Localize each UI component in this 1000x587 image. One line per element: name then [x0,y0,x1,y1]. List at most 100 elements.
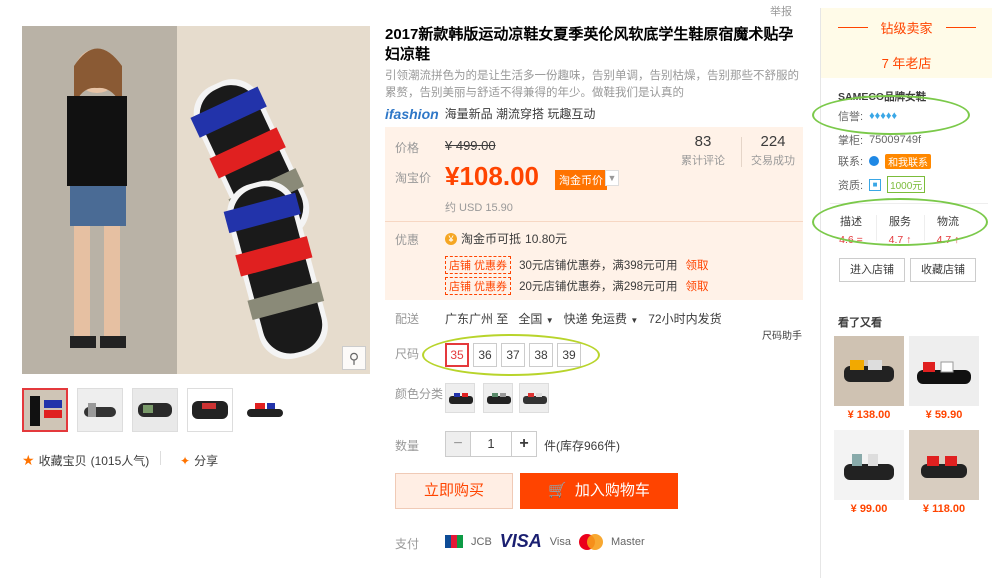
coupon-tag: 店铺 优惠券 [445,256,512,274]
product-title: 2017新款韩版运动凉鞋女夏季英伦风软底学生鞋原宿魔术贴孕妇凉鞋 [385,26,794,63]
add-to-cart-button[interactable]: 🛒 加入购物车 [520,473,678,509]
coin-amount: 10.80元 [525,232,568,246]
taobao-price-label: 淘宝价 [395,171,432,185]
caret-down-icon: ▼ [545,316,554,325]
price-box: 价格 ¥ 499.00 淘宝价 ¥108.00 淘金币价 ▼ 约 USD 15.… [385,127,803,300]
coin-text: 淘金币可抵 [461,232,522,246]
main-product-image[interactable]: ⚲ [22,26,370,374]
recommended-item-price[interactable]: ¥ 59.90 [909,409,979,421]
thumbnail-3[interactable] [132,388,178,432]
share-icon: ✦ [180,453,191,468]
annotation-ellipse [812,95,970,135]
coupon-take-link[interactable]: 领取 [686,257,709,273]
sales-label: 交易成功 [751,155,795,167]
quantity-increase-button[interactable]: + [511,431,537,457]
keeper-label: 掌柜: [838,135,864,147]
stock-text: 件(库存966件) [544,439,621,453]
qualification-label: 资质: [838,179,864,192]
color-label: 颜色分类 [395,387,444,401]
visa-logo: VISA [499,531,542,551]
thumbnail-4[interactable] [187,388,233,432]
cart-icon: 🛒 [548,482,567,499]
thumbnail-5[interactable] [242,388,288,432]
reviews-label: 累计评论 [681,155,725,167]
favorite-item[interactable]: ★ 收藏宝贝 (1015人气) [22,452,149,469]
keeper-row: 掌柜: 75009749f [838,132,921,148]
enter-shop-button[interactable]: 进入店铺 [839,258,905,282]
recommended-item-image[interactable] [834,430,904,500]
share-button[interactable]: ✦ 分享 [180,452,218,469]
product-subtitle: 引领潮流拼色为的是让生活多一份趣味，告别单调，告别枯燥，告别那些不舒服的累赘，告… [385,70,799,99]
ship-from: 广东广州 至 [445,312,509,326]
favorite-label: 收藏宝贝 [38,454,87,468]
sales-stat: 224 交易成功 [751,133,795,168]
divider [741,137,742,167]
brand-tagline: 海量新品 潮流穿搭 玩趣互动 [444,107,596,121]
shop-years: 7 年老店 [881,56,932,71]
ship-method-select[interactable]: 快递 免运费 ▼ [564,310,639,327]
original-price-label: 价格 [395,141,420,155]
recommended-item-price[interactable]: ¥ 99.00 [834,503,904,515]
buy-now-button[interactable]: 立即购买 [395,473,513,509]
quantity-decrease-button[interactable]: − [445,431,471,457]
reviews-stat[interactable]: 83 累计评论 [681,133,725,168]
caret-down-icon: ▼ [630,316,639,325]
coupon-row: 店铺 优惠券 20元店铺优惠券，满298元可用 领取 [445,277,709,295]
also-viewed-title: 看了又看 [838,317,882,329]
payment-methods: JCB VISA Visa Master [445,531,645,552]
coupon-row: 店铺 优惠券 30元店铺优惠券，满398元可用 领取 [445,256,709,274]
wangwang-icon [869,156,880,166]
quantity-label: 数量 [395,439,420,453]
coin-price-badge[interactable]: 淘金币价 [555,170,607,190]
quantity-input[interactable]: 1 [470,431,512,457]
thumbnail-1[interactable] [22,388,68,432]
brand-row[interactable]: ifashion 海量新品 潮流穿搭 玩趣互动 [385,105,595,122]
color-option-1[interactable] [445,383,475,413]
visa-label: Visa [549,535,571,548]
ship-to-select[interactable]: 全国 ▼ [518,310,553,327]
payment-label: 支付 [395,537,420,551]
coin-icon: ¥ [445,232,457,245]
annotation-ellipse [812,198,988,246]
certificate-icon: ■ [869,178,882,191]
size-helper-link[interactable]: 尺码助手 [762,327,802,342]
reviews-count: 83 [694,133,712,150]
shipping-row: 广东广州 至 全国 ▼ 快递 免运费 ▼ 72小时内发货 [445,310,722,327]
promo-label: 优惠 [395,233,420,247]
recommended-item-price[interactable]: ¥ 118.00 [909,503,979,515]
color-option-2[interactable] [483,383,513,413]
mastercard-label: Master [611,535,645,548]
current-price: ¥108.00 [445,161,539,191]
dispatch-time: 72小时内发货 [648,312,722,326]
original-price: ¥ 499.00 [445,138,496,153]
divider [160,451,161,465]
coin-deduction: ¥ 淘金币可抵 10.80元 [445,230,567,247]
contact-label: 联系: [838,156,864,168]
share-label: 分享 [194,454,219,468]
mastercard-icon [579,533,603,550]
ifashion-logo: ifashion [385,105,439,122]
recommended-item-price[interactable]: ¥ 138.00 [834,409,904,421]
recommended-item-image[interactable] [909,336,979,406]
favorite-shop-button[interactable]: 收藏店铺 [910,258,976,282]
report-link[interactable]: 举报 [770,3,792,19]
seller-level-text: 钻级卖家 [880,21,933,36]
sales-count: 224 [760,133,786,150]
contact-button[interactable]: 和我联系 [885,153,932,169]
annotation-ellipse [422,334,600,376]
recommended-item-image[interactable] [909,430,979,500]
color-option-3[interactable] [519,383,549,413]
chevron-down-icon[interactable]: ▼ [605,170,619,186]
thumbnail-2[interactable] [77,388,123,432]
jcb-icon [445,535,463,548]
coupon-tag: 店铺 优惠券 [445,277,512,295]
coupon-take-link[interactable]: 领取 [686,278,709,294]
divider [385,221,803,222]
recommended-item-image[interactable] [834,336,904,406]
ship-to-value: 全国 [518,312,543,326]
keeper-name[interactable]: 75009749f [869,134,921,146]
jcb-label: JCB [471,535,492,548]
magnifier-icon[interactable]: ⚲ [342,346,366,370]
add-cart-label: 加入购物车 [574,482,650,499]
qualification-row: 资质: ■ 1000元 [838,176,926,193]
